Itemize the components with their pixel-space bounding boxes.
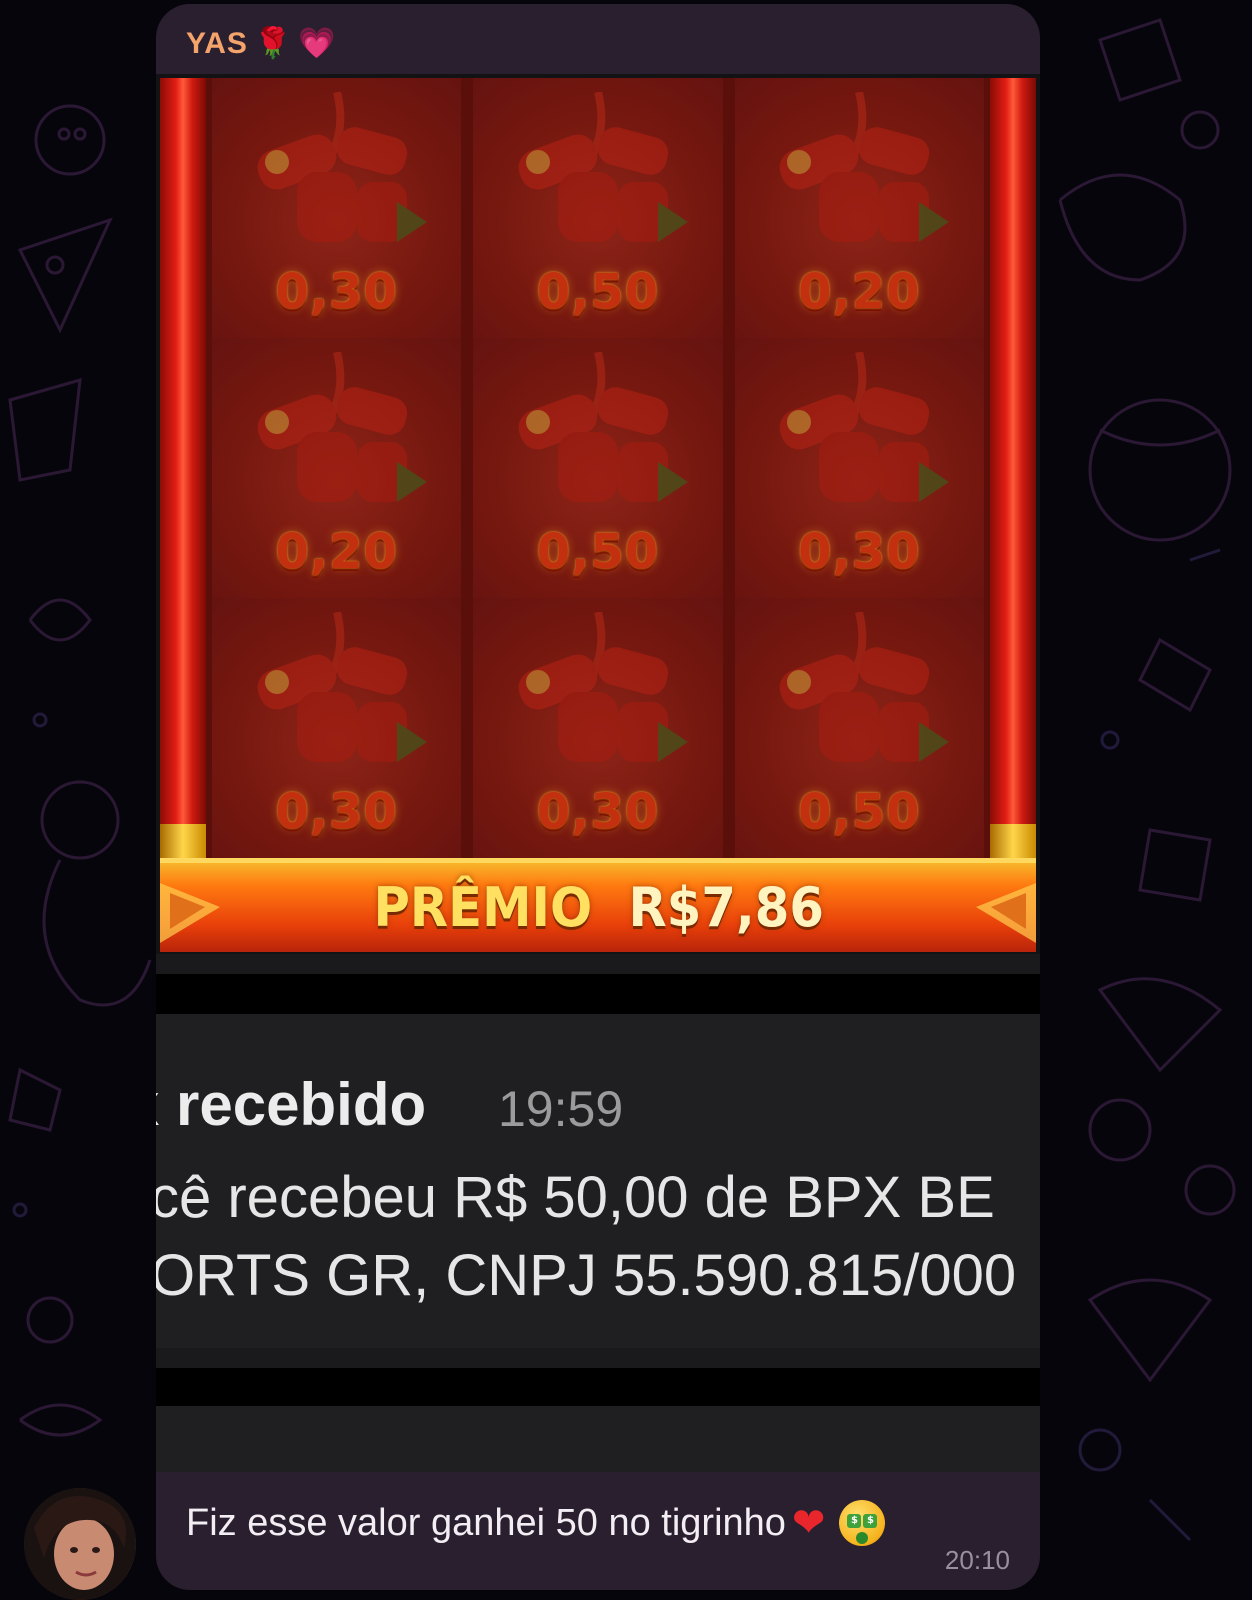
divider (156, 954, 1040, 974)
cell-value: 0,20 (275, 524, 398, 580)
ornament-corner-icon (976, 883, 1036, 943)
cell-value: 0,30 (536, 784, 660, 840)
slot-reels-grid: 0,30 0,50 0,20 0,20 0,50 0,30 0,30 0,30 … (206, 78, 990, 858)
firecracker-icon (779, 612, 950, 762)
prize-label: PRÊMIO (373, 876, 593, 939)
sender-name[interactable]: YAS (186, 27, 248, 61)
message-timestamp: 20:10 (944, 1545, 1010, 1575)
avatar-photo (24, 1488, 136, 1600)
firecracker-icon (257, 92, 427, 242)
cell-value: 0,50 (536, 264, 660, 320)
firecracker-icon (518, 92, 688, 242)
reel-cell: 0,30 (467, 598, 729, 858)
second-notification-partial (156, 1406, 1040, 1472)
firecracker-icon (779, 92, 950, 242)
message-bubble[interactable]: YAS 🌹 💗 0,30 0,50 0,20 0,20 0,50 0,30 0,… (156, 4, 1040, 1590)
reel-cell: 0,30 (206, 598, 468, 858)
right-red-pillar (990, 78, 1036, 878)
cell-value: 0,30 (275, 784, 398, 840)
cell-value: 0,20 (798, 264, 921, 320)
slot-game-screenshot: 0,30 0,50 0,20 0,20 0,50 0,30 0,30 0,30 … (160, 78, 1036, 952)
sender-name-row[interactable]: YAS 🌹 💗 (186, 22, 337, 66)
notification-title: x recebido (156, 1071, 427, 1138)
caption-text: Fiz esse valor ganhei 50 no tigrinho (186, 1501, 786, 1544)
prize-banner: PRÊMIO R$7,86 (160, 858, 1036, 952)
caption-text-row: Fiz esse valor ganhei 50 no tigrinho ❤ $… (186, 1500, 886, 1546)
cell-value: 0,30 (275, 264, 398, 320)
firecracker-icon (257, 612, 427, 762)
prize-amount: R$7,86 (628, 876, 824, 939)
reel-cell: 0,50 (728, 598, 990, 858)
left-red-pillar (160, 78, 206, 878)
notification-time: 19:59 (498, 1081, 624, 1137)
reel-cell: 0,20 (206, 338, 468, 598)
firecracker-icon (518, 612, 688, 762)
reel-cell: 0,50 (467, 78, 729, 338)
heart-icon: ❤ (791, 1501, 826, 1545)
message-caption[interactable]: Fiz esse valor ganhei 50 no tigrinho ❤ $… (156, 1472, 1040, 1590)
pink-heart-icon: 💗 (298, 27, 337, 60)
notification-body-line: ORTS GR, CNPJ 55.590.815/000 (156, 1243, 1017, 1308)
bank-notification-screenshot: x recebido 19:59 cê recebeu R$ 50,00 de … (156, 1014, 1040, 1348)
divider (156, 1368, 1040, 1406)
ornament-corner-icon (160, 883, 220, 943)
divider (156, 974, 1040, 1014)
reel-cell: 0,50 (467, 338, 729, 598)
sender-avatar[interactable] (24, 1488, 136, 1600)
divider (156, 1348, 1040, 1368)
reel-cell: 0,20 (728, 78, 990, 338)
rose-icon: 🌹 (253, 27, 293, 60)
cell-value: 0,50 (798, 784, 921, 840)
firecracker-icon (257, 352, 427, 502)
reel-cell: 0,30 (728, 338, 990, 598)
firecracker-icon (518, 352, 688, 502)
photo-attachment[interactable]: 0,30 0,50 0,20 0,20 0,50 0,30 0,30 0,30 … (156, 74, 1040, 1472)
cell-value: 0,50 (536, 524, 660, 580)
firecracker-icon (779, 352, 950, 502)
reel-cell: 0,30 (206, 78, 468, 338)
money-mouth-face-icon: $ $ (839, 1500, 886, 1546)
notification-body-line: cê recebeu R$ 50,00 de BPX BE (156, 1165, 995, 1230)
cell-value: 0,30 (798, 524, 921, 580)
